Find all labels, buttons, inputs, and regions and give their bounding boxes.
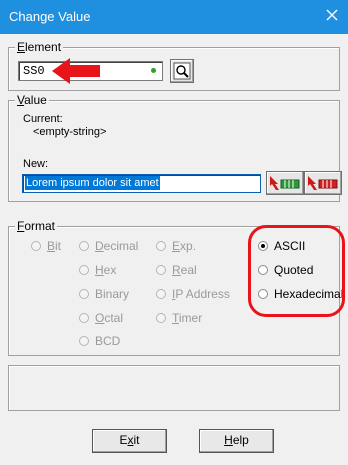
radio-real-indicator xyxy=(156,265,166,275)
window-title: Change Value xyxy=(9,9,91,24)
format-real-label: Real xyxy=(172,263,197,277)
write-arrow-icon xyxy=(269,175,301,194)
new-value-input[interactable]: Lorem ipsum dolor sit amet xyxy=(22,174,261,193)
format-real-radio[interactable]: Real xyxy=(156,263,197,277)
radio-bcd-indicator xyxy=(79,336,89,346)
format-bcd-radio[interactable]: BCD xyxy=(79,334,120,348)
radio-decimal-indicator xyxy=(79,241,89,251)
close-icon[interactable] xyxy=(322,5,342,25)
format-ip-label: IP Address xyxy=(172,287,230,301)
write-arrow-alt-icon xyxy=(307,175,339,194)
element-input-value: SS0 xyxy=(23,64,45,78)
help-button[interactable]: Help xyxy=(199,429,274,453)
element-legend: Element xyxy=(15,40,64,54)
format-hex-label: Hex xyxy=(95,263,117,277)
radio-octal-indicator xyxy=(79,313,89,323)
format-octal-label: Octal xyxy=(95,311,124,325)
radio-ip-indicator xyxy=(156,289,166,299)
radio-timer-indicator xyxy=(156,313,166,323)
current-value: <empty-string> xyxy=(33,126,107,138)
format-bit-label: Bit xyxy=(47,239,62,253)
value-legend: Value xyxy=(15,93,49,107)
annotation-arrow-icon xyxy=(52,57,102,88)
annotation-highlight-oval xyxy=(248,225,345,317)
title-bar[interactable]: Change Value xyxy=(0,0,348,34)
magnifier-icon xyxy=(173,62,191,83)
browse-element-button[interactable] xyxy=(170,59,194,83)
format-decimal-label: Decimal xyxy=(95,239,139,253)
format-binary-label: Binary xyxy=(95,287,130,301)
radio-hex-indicator xyxy=(79,265,89,275)
exit-button-label: Exit xyxy=(119,433,140,447)
format-decimal-radio[interactable]: Decimal xyxy=(79,239,138,253)
format-exp-label: Exp. xyxy=(172,239,197,253)
current-label: Current: xyxy=(23,113,63,125)
format-timer-label: Timer xyxy=(172,311,203,325)
format-binary-radio[interactable]: Binary xyxy=(79,287,129,301)
format-bit-radio[interactable]: Bit xyxy=(31,239,61,253)
format-hex-radio[interactable]: Hex xyxy=(79,263,116,277)
new-value-text: Lorem ipsum dolor sit amet xyxy=(25,176,160,190)
format-legend: Format xyxy=(15,219,58,233)
format-octal-radio[interactable]: Octal xyxy=(79,311,123,325)
status-panel xyxy=(8,365,340,411)
write-value-button[interactable] xyxy=(266,171,304,195)
format-ip-address-radio[interactable]: IP Address xyxy=(156,287,230,301)
radio-exp-indicator xyxy=(156,241,166,251)
write-value-alt-button[interactable] xyxy=(304,171,342,195)
change-value-dialog: Change Value Element SS0 Value Current: … xyxy=(0,0,348,465)
new-label: New: xyxy=(23,158,49,170)
help-button-label: Help xyxy=(224,433,249,447)
radio-binary-indicator xyxy=(79,289,89,299)
exit-button[interactable]: Exit xyxy=(92,429,167,453)
status-led-icon xyxy=(151,68,156,73)
format-timer-radio[interactable]: Timer xyxy=(156,311,202,325)
format-exp-radio[interactable]: Exp. xyxy=(156,239,196,253)
radio-bit-indicator xyxy=(31,241,41,251)
format-bcd-label: BCD xyxy=(95,334,121,348)
